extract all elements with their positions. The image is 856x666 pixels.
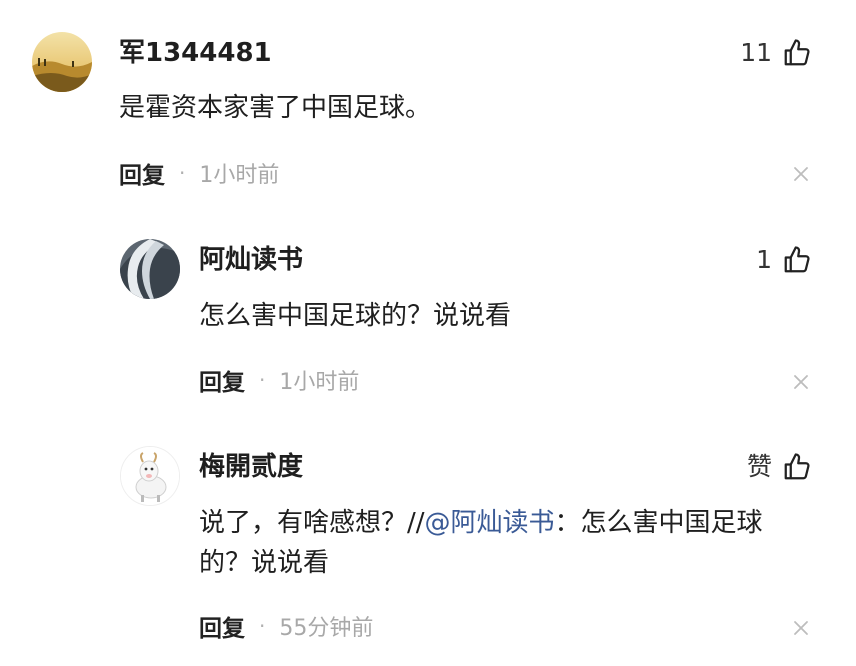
avatar[interactable] [120,446,180,506]
username[interactable]: 梅開贰度 [199,451,303,483]
comment-meta: 回复 · 55分钟前 [199,609,374,643]
like-button[interactable]: 赞 [747,451,812,483]
separator-dot: · [259,614,266,638]
comment-text-before: 说了，有啥感想？// [199,508,425,538]
timestamp: 55分钟前 [279,616,374,641]
comment-text: 说了，有啥感想？//@阿灿读书：怎么害中国足球的？说说看 [199,503,809,583]
comment-item: 梅開贰度 赞 说了，有啥感想？//@阿灿读书：怎么害中国足球的？说说看 回复 ·… [0,0,856,666]
like-label: 赞 [746,452,772,481]
thumbs-up-icon [782,452,812,482]
reply-button[interactable]: 回复 [199,609,245,643]
close-icon[interactable] [792,619,810,637]
mention-link[interactable]: @阿灿读书 [425,508,555,538]
